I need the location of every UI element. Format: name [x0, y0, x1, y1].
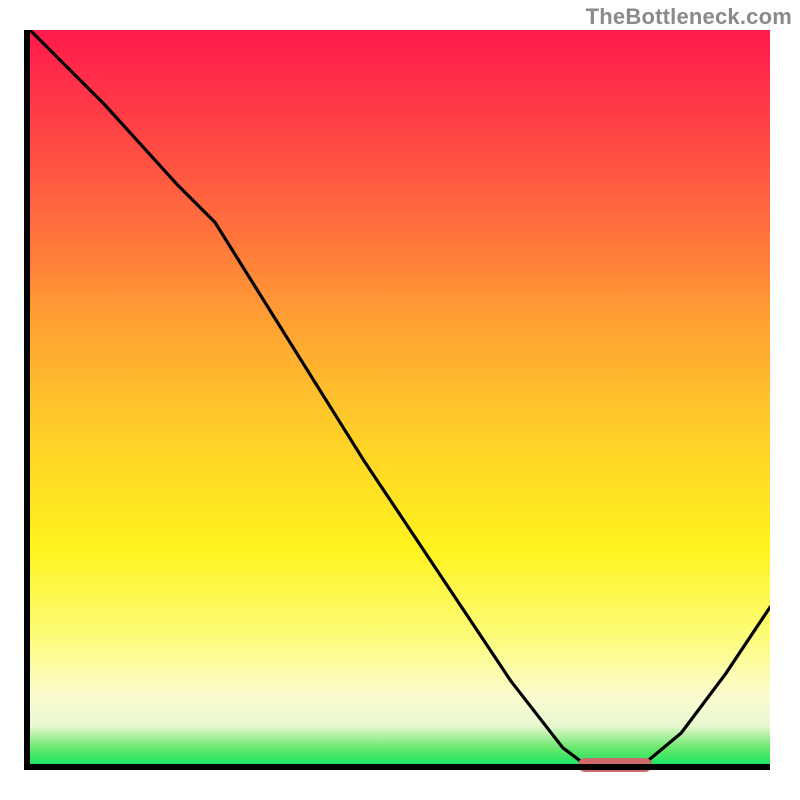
y-axis	[24, 30, 30, 770]
chart-stage: TheBottleneck.com	[0, 0, 800, 800]
watermark-text: TheBottleneck.com	[586, 4, 792, 30]
x-axis	[30, 764, 770, 770]
bottleneck-curve	[30, 30, 770, 770]
curve-path	[30, 30, 770, 770]
